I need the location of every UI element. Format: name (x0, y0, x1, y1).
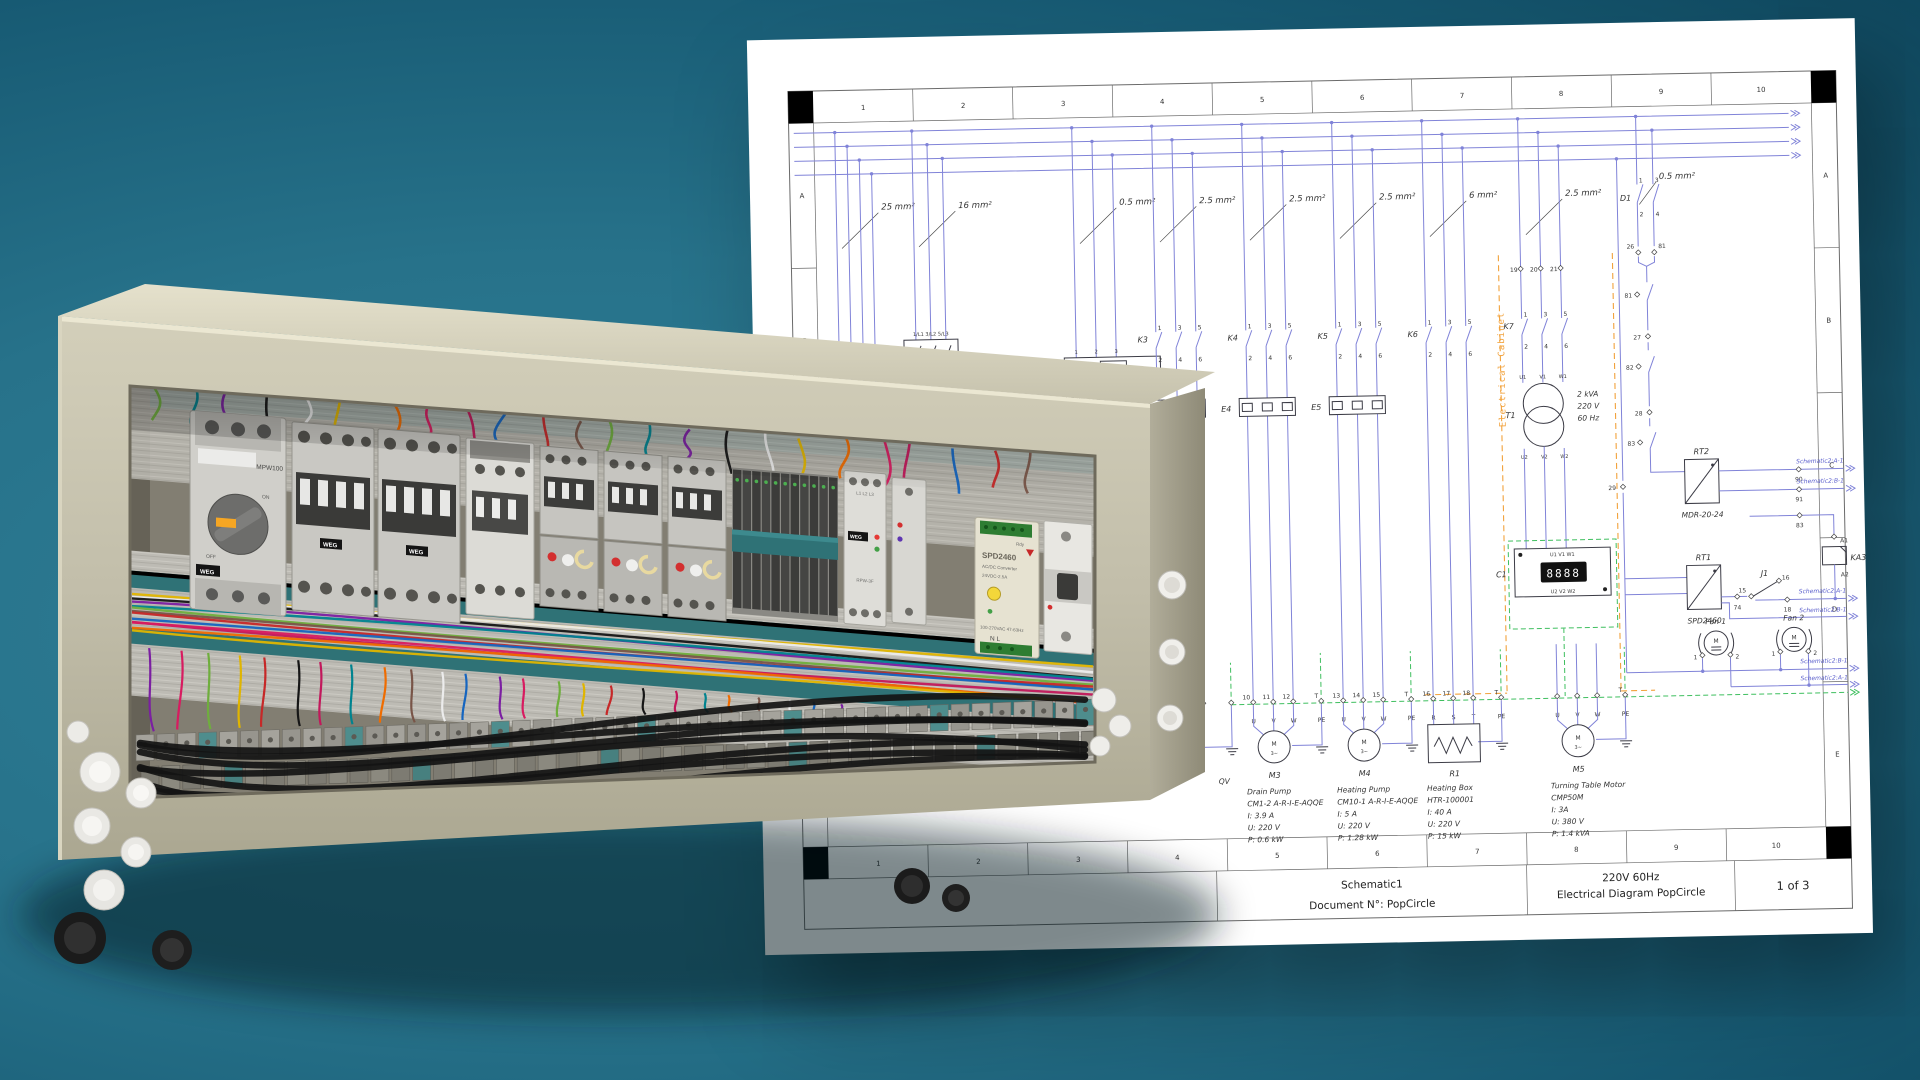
mini-contactor-stack-3 (668, 456, 726, 621)
indicator-module (892, 477, 926, 625)
scene: { "background": {"center": "#2f8098", "e… (0, 0, 1920, 1080)
breaker-toggle (1057, 573, 1078, 601)
svg-text:WEG: WEG (409, 549, 424, 556)
circuit-breaker-device (1044, 521, 1092, 655)
svg-text:WEG: WEG (200, 569, 215, 576)
contactor-device-1: WEG (292, 422, 374, 617)
electrical-cabinet-render: MPW100 ON OFF WEG WEG (0, 0, 1920, 1080)
svg-text:N L: N L (990, 635, 1000, 643)
svg-text:Rdy: Rdy (1016, 541, 1025, 547)
psu-spd2460: Rdy SPD2460 AC/DC Converter 24VDC-2.5A 1… (975, 517, 1039, 658)
contactor-device-2: WEG (378, 429, 460, 624)
svg-text:WEG: WEG (323, 542, 338, 549)
svg-text:OFF: OFF (206, 554, 216, 561)
mini-contactor-stack-1 (540, 446, 598, 611)
mini-contactor-stack-2 (604, 451, 662, 616)
svg-text:WEG: WEG (850, 534, 862, 541)
motor-breaker-mpw100: MPW100 ON OFF WEG (190, 410, 286, 616)
relay-terminal-bank (732, 467, 838, 622)
svg-text:ON: ON (262, 494, 270, 501)
contactor-device-3 (466, 438, 534, 620)
phase-monitor-relay: L1 L2 L3 WEG RPW-3F (844, 470, 886, 626)
